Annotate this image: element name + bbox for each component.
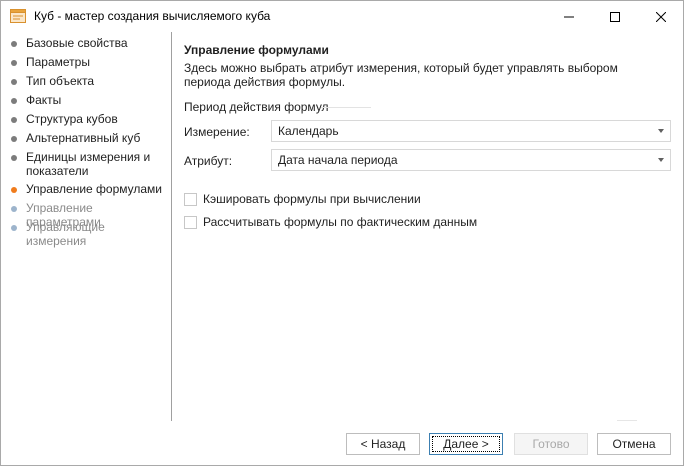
- checkbox-box[interactable]: [184, 215, 197, 229]
- cache-formulas-checkbox[interactable]: Кэшировать формулы при вычислении: [184, 192, 421, 206]
- attribute-value: Дата начала периода: [278, 153, 398, 167]
- finish-button: Готово: [514, 433, 588, 455]
- close-icon: [656, 11, 666, 22]
- step-dot-icon: [11, 206, 17, 212]
- back-button[interactable]: < Назад: [346, 433, 420, 455]
- dimension-value: Календарь: [278, 124, 339, 138]
- cancel-button[interactable]: Отмена: [597, 433, 671, 455]
- step-dot-icon: [11, 187, 17, 193]
- step-label: Тип объекта: [26, 74, 95, 88]
- minimize-icon: [564, 16, 574, 17]
- title-bar: Куб - мастер создания вычисляемого куба: [1, 1, 683, 32]
- wizard-steps-sidebar: Базовые свойства Параметры Тип объекта Ф…: [1, 32, 171, 421]
- section-divider: [321, 107, 371, 108]
- calculate-by-actual-data-checkbox[interactable]: Рассчитывать формулы по фактическим данн…: [184, 215, 477, 229]
- dimension-combobox[interactable]: Календарь: [271, 120, 671, 142]
- dropdown-arrow-icon: [658, 158, 664, 162]
- dimension-label: Измерение:: [184, 125, 250, 139]
- checkbox-box[interactable]: [184, 192, 197, 206]
- step-label: Управление формулами: [26, 182, 163, 196]
- step-dot-icon: [11, 155, 17, 161]
- step-dot-icon: [11, 98, 17, 104]
- minimize-button[interactable]: [546, 1, 592, 32]
- checkbox-label: Рассчитывать формулы по фактическим данн…: [203, 215, 478, 229]
- step-dot-icon: [11, 117, 17, 123]
- step-label: Структура кубов: [26, 112, 118, 126]
- footer-divider: [617, 420, 637, 421]
- step-label: Управляющие измерения: [26, 220, 105, 248]
- step-label: Альтернативный куб: [26, 131, 141, 145]
- wizard-window: Куб - мастер создания вычисляемого куба …: [0, 0, 684, 466]
- maximize-button[interactable]: [592, 1, 638, 32]
- step-dot-icon: [11, 41, 17, 47]
- dropdown-arrow-icon: [658, 129, 664, 133]
- checkbox-label: Кэшировать формулы при вычислении: [203, 192, 421, 206]
- step-label: Факты: [26, 93, 62, 107]
- cube-app-icon: [10, 9, 26, 23]
- maximize-icon: [610, 11, 620, 22]
- step-label: Параметры: [26, 55, 90, 69]
- window-title: Куб - мастер создания вычисляемого куба: [34, 9, 271, 23]
- main-panel: Управление формулами Здесь можно выбрать…: [172, 32, 683, 421]
- step-label: Единицы измерения и показатели: [26, 150, 151, 178]
- step-dot-icon: [11, 225, 17, 231]
- step-dot-icon: [11, 136, 17, 142]
- attribute-combobox[interactable]: Дата начала периода: [271, 149, 671, 171]
- page-title: Управление формулами: [184, 43, 329, 57]
- section-label: Период действия формул: [184, 100, 329, 114]
- page-description: Здесь можно выбрать атрибут измерения, к…: [184, 61, 618, 89]
- step-dot-icon: [11, 79, 17, 85]
- step-dot-icon: [11, 60, 17, 66]
- attribute-label: Атрибут:: [184, 154, 233, 168]
- close-button[interactable]: [638, 1, 684, 32]
- step-label: Базовые свойства: [26, 36, 128, 50]
- next-button[interactable]: Далее >: [429, 433, 503, 455]
